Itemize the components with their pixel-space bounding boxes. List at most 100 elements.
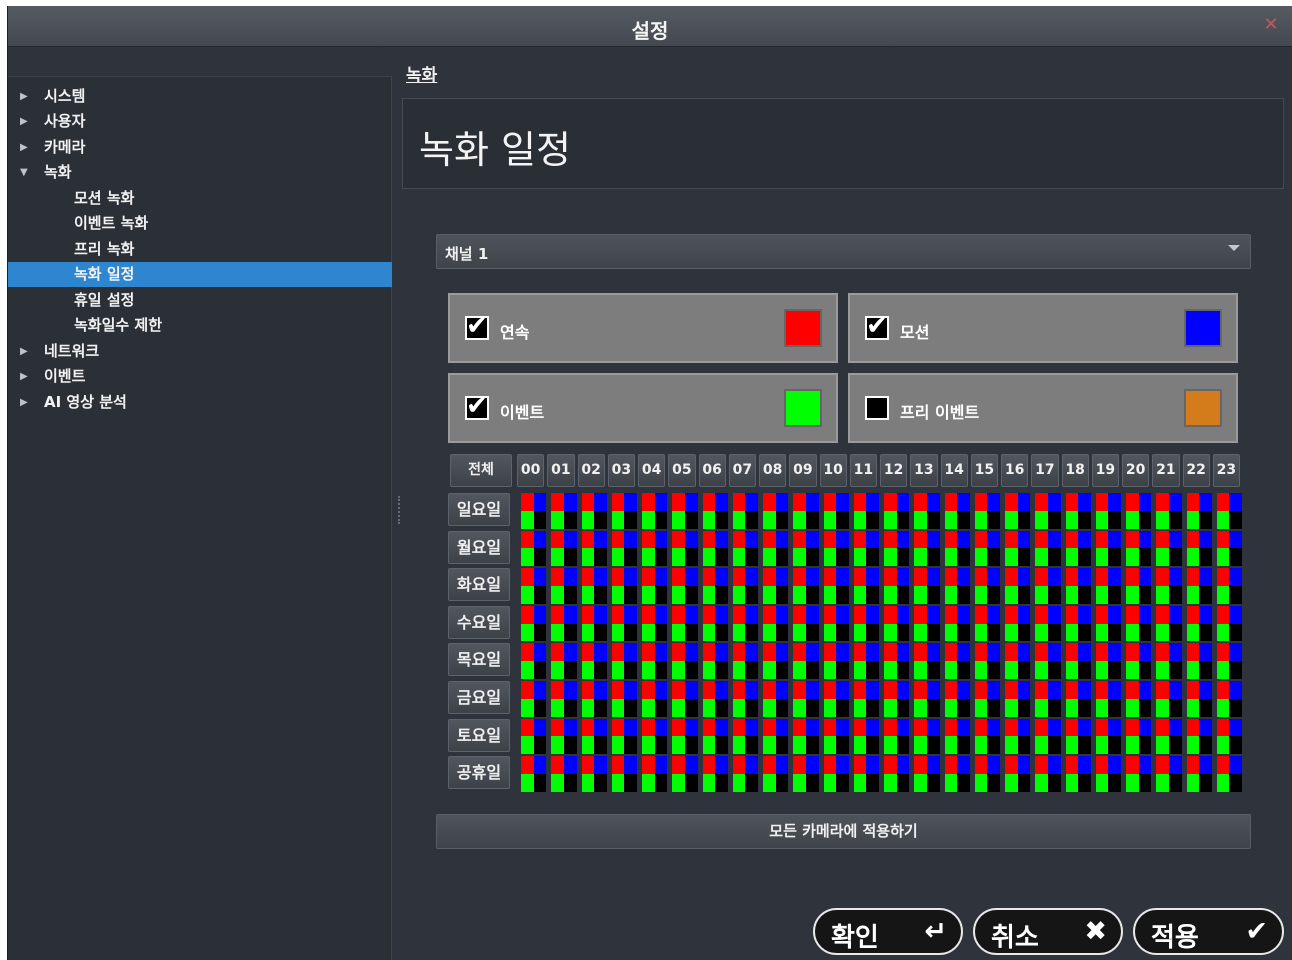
schedule-cell[interactable] <box>732 493 758 529</box>
schedule-cell[interactable] <box>1065 718 1091 755</box>
schedule-cell[interactable] <box>1095 756 1121 792</box>
schedule-cell[interactable] <box>672 568 698 604</box>
hour-header-button[interactable]: 06 <box>698 454 726 487</box>
schedule-cell[interactable] <box>884 493 910 529</box>
hour-header-button[interactable]: 18 <box>1061 454 1089 487</box>
sidebar-item[interactable]: ▶ 이벤트 <box>8 364 392 389</box>
schedule-cell[interactable] <box>1216 530 1242 567</box>
schedule-cell[interactable] <box>551 681 577 717</box>
schedule-cell[interactable] <box>611 493 637 529</box>
schedule-cell[interactable] <box>1005 568 1031 604</box>
schedule-cell[interactable] <box>944 643 970 679</box>
hour-header-button[interactable]: 13 <box>910 454 938 487</box>
schedule-cell[interactable] <box>853 756 879 792</box>
schedule-cell[interactable] <box>823 718 849 755</box>
schedule-cell[interactable] <box>763 718 789 755</box>
schedule-cell[interactable] <box>793 718 819 755</box>
schedule-cell[interactable] <box>1186 568 1212 604</box>
sidebar-item[interactable]: 녹화 일정 <box>8 262 392 287</box>
schedule-cell[interactable] <box>1126 681 1152 717</box>
schedule-cell[interactable] <box>1005 681 1031 717</box>
close-icon[interactable]: ✕ <box>1262 16 1280 34</box>
schedule-cell[interactable] <box>1156 493 1182 529</box>
schedule-cell[interactable] <box>1186 493 1212 529</box>
schedule-cell[interactable] <box>1035 530 1061 567</box>
schedule-cell[interactable] <box>1126 756 1152 792</box>
schedule-cell[interactable] <box>1065 530 1091 567</box>
schedule-cell[interactable] <box>853 643 879 679</box>
legend-color-swatch[interactable] <box>784 309 822 347</box>
schedule-cell[interactable] <box>581 530 607 567</box>
schedule-cell[interactable] <box>974 718 1000 755</box>
schedule-cell[interactable] <box>974 568 1000 604</box>
schedule-cell[interactable] <box>944 493 970 529</box>
caret-right-icon[interactable]: ▶ <box>20 339 32 364</box>
hour-header-button[interactable]: 04 <box>638 454 666 487</box>
schedule-cell[interactable] <box>793 605 819 642</box>
schedule-cell[interactable] <box>611 568 637 604</box>
schedule-cell[interactable] <box>1065 568 1091 604</box>
schedule-cell[interactable] <box>793 643 819 679</box>
hour-header-button[interactable]: 20 <box>1122 454 1150 487</box>
day-row-button[interactable]: 화요일 <box>448 568 510 602</box>
hour-header-button[interactable]: 19 <box>1091 454 1119 487</box>
schedule-cell[interactable] <box>1126 568 1152 604</box>
schedule-cell[interactable] <box>1035 493 1061 529</box>
schedule-cell[interactable] <box>884 568 910 604</box>
schedule-cell[interactable] <box>1186 756 1212 792</box>
schedule-cell[interactable] <box>1216 605 1242 642</box>
schedule-cell[interactable] <box>944 605 970 642</box>
caret-right-icon[interactable]: ▶ <box>20 390 32 415</box>
schedule-cell[interactable] <box>914 530 940 567</box>
schedule-cell[interactable] <box>1126 718 1152 755</box>
hour-header-button[interactable]: 10 <box>819 454 847 487</box>
schedule-cell[interactable] <box>944 568 970 604</box>
schedule-cell[interactable] <box>1005 493 1031 529</box>
schedule-cell[interactable] <box>1095 718 1121 755</box>
schedule-cell[interactable] <box>1035 568 1061 604</box>
schedule-cell[interactable] <box>732 681 758 717</box>
caret-right-icon[interactable]: ▶ <box>20 84 32 109</box>
schedule-cell[interactable] <box>853 530 879 567</box>
schedule-cell[interactable] <box>1035 756 1061 792</box>
schedule-cell[interactable] <box>763 493 789 529</box>
schedule-cell[interactable] <box>823 568 849 604</box>
legend-checkbox[interactable]: ✔ <box>465 311 489 341</box>
schedule-cell[interactable] <box>823 530 849 567</box>
schedule-cell[interactable] <box>944 681 970 717</box>
schedule-cell[interactable] <box>1095 493 1121 529</box>
schedule-cell[interactable] <box>702 718 728 755</box>
schedule-cell[interactable] <box>823 756 849 792</box>
schedule-cell[interactable] <box>1005 530 1031 567</box>
day-row-button[interactable]: 금요일 <box>448 681 510 714</box>
schedule-cell[interactable] <box>642 493 668 529</box>
schedule-cell[interactable] <box>672 756 698 792</box>
apply-all-cameras-button[interactable]: 모든 카메라에 적용하기 <box>436 814 1251 849</box>
ok-button[interactable]: 확인 ↵ <box>813 908 963 955</box>
schedule-cell[interactable] <box>1065 605 1091 642</box>
schedule-cell[interactable] <box>1126 605 1152 642</box>
legend-color-swatch[interactable] <box>1184 309 1222 347</box>
hour-header-button[interactable]: 03 <box>607 454 635 487</box>
sidebar-item[interactable]: 녹화일수 제한 <box>8 313 392 338</box>
schedule-cell[interactable] <box>1156 568 1182 604</box>
schedule-cell[interactable] <box>853 493 879 529</box>
sidebar-item[interactable]: 프리 녹화 <box>8 237 392 262</box>
hour-header-button[interactable]: 17 <box>1031 454 1059 487</box>
caret-right-icon[interactable]: ▶ <box>20 364 32 389</box>
schedule-cell[interactable] <box>581 718 607 755</box>
schedule-cell[interactable] <box>1095 605 1121 642</box>
schedule-cell[interactable] <box>914 605 940 642</box>
schedule-cell[interactable] <box>521 568 547 604</box>
schedule-cell[interactable] <box>642 643 668 679</box>
schedule-cell[interactable] <box>732 718 758 755</box>
schedule-cell[interactable] <box>551 718 577 755</box>
schedule-cell[interactable] <box>763 568 789 604</box>
schedule-cell[interactable] <box>732 643 758 679</box>
sidebar-item[interactable]: ▶ 시스템 <box>8 84 392 109</box>
legend-color-swatch[interactable] <box>784 389 822 427</box>
channel-select[interactable]: 채널 1 <box>436 234 1251 269</box>
hour-header-button[interactable]: 02 <box>577 454 605 487</box>
day-row-button[interactable]: 토요일 <box>448 718 510 752</box>
schedule-cell[interactable] <box>944 756 970 792</box>
